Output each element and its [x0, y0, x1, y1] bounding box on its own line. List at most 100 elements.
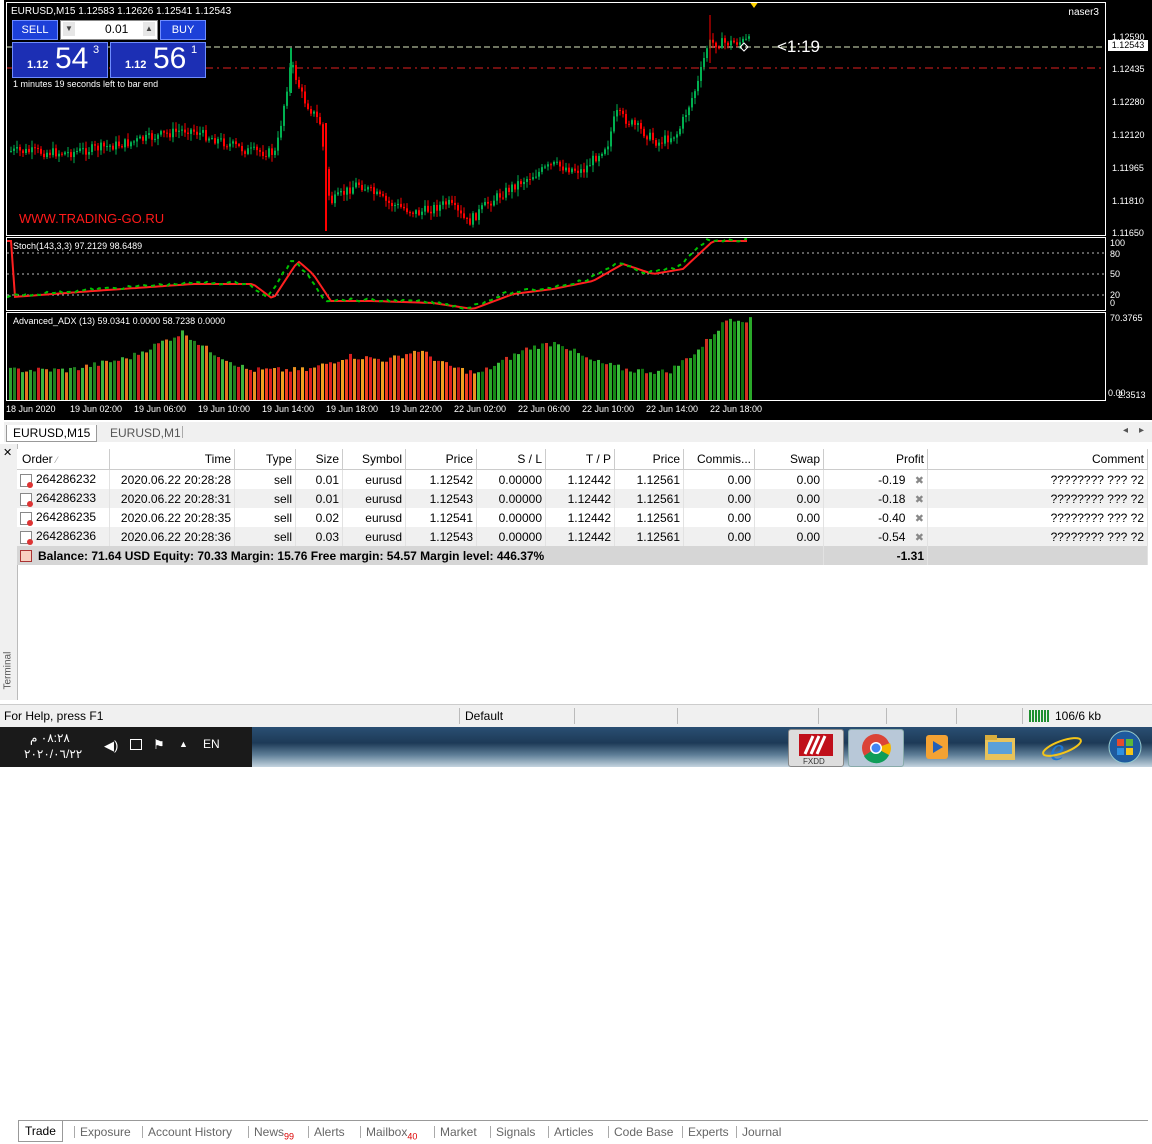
adx-bar — [249, 369, 252, 400]
col-symbol[interactable]: Symbol — [342, 449, 406, 470]
terminal-tab-code-base[interactable]: Code Base — [614, 1124, 673, 1140]
candle-body — [265, 155, 267, 157]
candle-body — [385, 195, 387, 201]
size-cell: 0.02 — [295, 508, 343, 527]
table-row[interactable]: 264286236 2020.06.22 20:28:36 sell 0.03 euru… — [17, 527, 1148, 546]
col-size[interactable]: Size — [295, 449, 343, 470]
candle-body — [103, 142, 105, 147]
adx-bar — [193, 340, 196, 400]
chrome-icon[interactable] — [848, 729, 904, 767]
sl-cell[interactable]: 0.00000 — [476, 527, 546, 546]
table-row[interactable]: 264286233 2020.06.22 20:28:31 sell 0.01 euru… — [17, 489, 1148, 508]
scroll-left-icon[interactable]: ◂ — [1123, 425, 1128, 436]
candle-body — [619, 110, 621, 112]
chart-tab-eurusd-m1[interactable]: EURUSD,M1 — [104, 425, 187, 441]
buy-price-box[interactable]: 1.12 56 1 — [110, 42, 206, 78]
terminal-tab-market[interactable]: Market — [440, 1124, 477, 1140]
adx-bar — [25, 371, 28, 400]
price-axis[interactable]: 1.12590 1.12543 1.12435 1.12280 1.12120 … — [1106, 2, 1152, 238]
chart-tab-eurusd-m15[interactable]: EURUSD,M15 — [6, 425, 98, 442]
terminal-tab-trade[interactable]: Trade — [18, 1121, 63, 1142]
network-icon[interactable] — [130, 739, 142, 750]
time-axis[interactable]: 18 Jun 2020 19 Jun 02:00 19 Jun 06:00 19… — [4, 402, 1104, 418]
col-comment[interactable]: Comment — [927, 449, 1148, 470]
adx-bar — [89, 366, 92, 400]
scroll-right-icon[interactable]: ▸ — [1139, 425, 1144, 436]
stochastic-pane[interactable]: Stoch(143,3,3) 97.2129 98.6489 — [6, 237, 1106, 311]
candle-body — [313, 111, 315, 114]
table-row[interactable]: 264286232 2020.06.22 20:28:28 sell 0.01 euru… — [17, 469, 1148, 489]
col-current-price[interactable]: Price — [614, 449, 684, 470]
connection-bars-icon[interactable] — [1029, 710, 1051, 722]
terminal-tab-alerts[interactable]: Alerts — [314, 1124, 345, 1140]
increase-volume-icon[interactable]: ▲ — [143, 22, 155, 36]
col-type[interactable]: Type — [234, 449, 296, 470]
clock-time[interactable]: ٠٨:٢٨ م — [30, 731, 70, 745]
col-commission[interactable]: Commis... — [683, 449, 755, 470]
terminal-tab-news[interactable]: News99 — [254, 1124, 294, 1144]
language-indicator[interactable]: EN — [203, 737, 220, 751]
terminal-sidebar[interactable]: ✕ Terminal — [0, 444, 18, 700]
buy-button[interactable]: BUY — [160, 20, 206, 40]
terminal-tab-account-history[interactable]: Account History — [148, 1124, 232, 1140]
tp-cell[interactable]: 1.12442 — [545, 508, 615, 527]
adx-bar — [225, 360, 228, 400]
terminal-tab-mailbox[interactable]: Mailbox40 — [366, 1124, 417, 1144]
show-hidden-icons-icon[interactable]: ▲ — [179, 739, 188, 749]
time-cell: 2020.06.22 20:28:31 — [109, 489, 235, 508]
col-time[interactable]: Time — [109, 449, 235, 470]
tp-cell[interactable]: 1.12442 — [545, 489, 615, 508]
candle-body — [16, 147, 18, 149]
sl-cell[interactable]: 0.00000 — [476, 508, 546, 527]
col-tp[interactable]: T / P — [545, 449, 615, 470]
decrease-volume-icon[interactable]: ▼ — [63, 22, 75, 36]
table-row[interactable]: 264286235 2020.06.22 20:28:35 sell 0.02 euru… — [17, 508, 1148, 527]
adx-bar — [161, 340, 164, 400]
col-price[interactable]: Price — [405, 449, 477, 470]
adx-bar — [369, 357, 372, 400]
fxdd-icon[interactable]: FXDD — [788, 729, 844, 767]
tp-cell[interactable]: 1.12442 — [545, 527, 615, 546]
candle-body — [166, 132, 168, 134]
adx-bar — [65, 372, 68, 400]
chart-window[interactable]: EURUSD,M15 1.12583 1.12626 1.12541 1.125… — [4, 0, 1152, 420]
sell-button[interactable]: SELL — [12, 20, 58, 40]
windows-start-icon[interactable] — [1098, 729, 1152, 765]
candle-body — [637, 123, 639, 125]
candle-body — [622, 110, 624, 114]
folder-icon[interactable] — [973, 729, 1027, 765]
terminal-tab-exposure[interactable]: Exposure — [80, 1124, 131, 1140]
volume-icon[interactable]: ◀) — [104, 738, 118, 754]
sell-price-box[interactable]: 1.12 54 3 — [12, 42, 108, 78]
col-order[interactable]: Order ⁄ — [17, 449, 110, 470]
candle-body — [184, 129, 186, 133]
sl-cell[interactable]: 0.00000 — [476, 489, 546, 508]
tp-cell[interactable]: 1.12442 — [545, 469, 615, 489]
sl-cell[interactable]: 0.00000 — [476, 469, 546, 489]
terminal-tab-experts[interactable]: Experts — [688, 1124, 729, 1140]
col-profit[interactable]: Profit — [823, 449, 928, 470]
terminal-tab-articles[interactable]: Articles — [554, 1124, 593, 1140]
ie-icon[interactable]: e — [1035, 729, 1089, 767]
close-terminal-icon[interactable]: ✕ — [3, 446, 12, 459]
media-player-icon[interactable] — [910, 729, 964, 765]
terminal-tab-journal[interactable]: Journal — [742, 1124, 781, 1140]
candle-body — [670, 138, 672, 143]
adx-pane[interactable]: Advanced_ADX (13) 59.0341 0.0000 58.7238… — [6, 312, 1106, 401]
close-order-icon[interactable]: ✖ — [915, 494, 924, 506]
volume-field[interactable]: ▼ 0.01 ▲ — [60, 20, 158, 40]
close-order-icon[interactable]: ✖ — [915, 532, 924, 544]
col-swap[interactable]: Swap — [754, 449, 824, 470]
candle-body — [514, 184, 516, 190]
action-center-icon[interactable]: ⚑ — [153, 737, 165, 753]
adx-bar — [697, 349, 700, 400]
profile-name[interactable]: Default — [465, 709, 503, 723]
terminal-tab-signals[interactable]: Signals — [496, 1124, 535, 1140]
candle-body — [346, 187, 348, 195]
close-order-icon[interactable]: ✖ — [915, 513, 924, 525]
candle-body — [364, 189, 366, 191]
col-sl[interactable]: S / L — [476, 449, 546, 470]
time-tick: 19 Jun 06:00 — [134, 404, 187, 414]
clock-date[interactable]: ٢٠٢٠/٠٦/٢٢ — [24, 747, 82, 761]
close-order-icon[interactable]: ✖ — [915, 475, 924, 487]
